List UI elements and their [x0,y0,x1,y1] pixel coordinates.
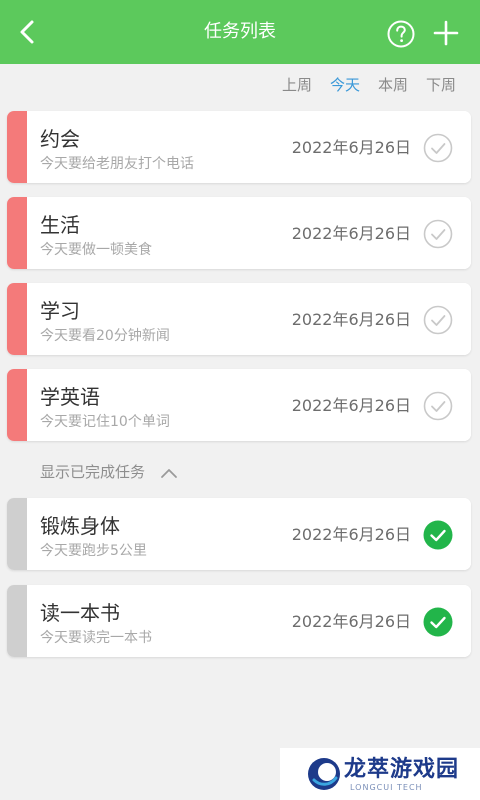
task-name: 锻炼身体 [40,514,120,538]
period-tabs: 上周 今天 本周 下周 [264,74,456,96]
task-date: 2022年6月26日 [291,138,411,157]
priority-stripe [7,197,27,269]
task-date: 2022年6月26日 [291,396,411,415]
priority-stripe [7,498,27,570]
task-name: 读一本书 [40,601,120,625]
completed-check-icon[interactable] [423,607,453,637]
uncompleted-check-icon[interactable] [423,219,453,249]
uncompleted-check-icon[interactable] [423,391,453,421]
help-icon[interactable] [386,19,416,49]
tab-today[interactable]: 今天 [330,74,360,96]
uncompleted-check-icon[interactable] [423,305,453,335]
task-date: 2022年6月26日 [291,612,411,631]
task-description: 今天要做一顿美食 [40,242,152,258]
task-name: 学习 [40,299,80,323]
task-date: 2022年6月26日 [291,310,411,329]
task-description: 今天要看20分钟新闻 [40,328,170,344]
priority-stripe [7,369,27,441]
completed-task-card[interactable]: 读一本书 今天要读完一本书 2022年6月26日 [7,585,471,657]
task-card[interactable]: 学习 今天要看20分钟新闻 2022年6月26日 [7,283,471,355]
task-card[interactable]: 生活 今天要做一顿美食 2022年6月26日 [7,197,471,269]
task-description: 今天要跑步5公里 [40,543,147,559]
tab-next-week[interactable]: 下周 [426,74,456,96]
task-name: 约会 [40,127,80,151]
show-completed-label: 显示已完成任务 [40,463,146,481]
show-completed-toggle[interactable]: 显示已完成任务 [40,462,178,482]
task-description: 今天要读完一本书 [40,630,152,646]
watermark-sub: LONGCUI TECH [350,783,423,792]
task-date: 2022年6月26日 [291,224,411,243]
completed-task-card[interactable]: 锻炼身体 今天要跑步5公里 2022年6月26日 [7,498,471,570]
task-name: 生活 [40,213,80,237]
app-header: 任务列表 [0,0,480,64]
brand-logo-icon [308,758,340,790]
uncompleted-check-icon[interactable] [423,133,453,163]
chevron-up-icon [160,468,177,478]
priority-stripe [7,111,27,183]
priority-stripe [7,283,27,355]
task-card[interactable]: 约会 今天要给老朋友打个电话 2022年6月26日 [7,111,471,183]
task-card[interactable]: 学英语 今天要记住10个单词 2022年6月26日 [7,369,471,441]
tab-last-week[interactable]: 上周 [282,74,312,96]
add-task-icon[interactable] [432,19,460,47]
watermark: 龙萃游戏园 LONGCUI TECH [280,748,480,800]
task-name: 学英语 [40,385,100,409]
task-description: 今天要记住10个单词 [40,414,170,430]
task-date: 2022年6月26日 [291,525,411,544]
watermark-brand: 龙萃游戏园 [344,757,460,782]
tab-this-week[interactable]: 本周 [378,74,408,96]
priority-stripe [7,585,27,657]
completed-check-icon[interactable] [423,520,453,550]
task-description: 今天要给老朋友打个电话 [40,156,194,172]
